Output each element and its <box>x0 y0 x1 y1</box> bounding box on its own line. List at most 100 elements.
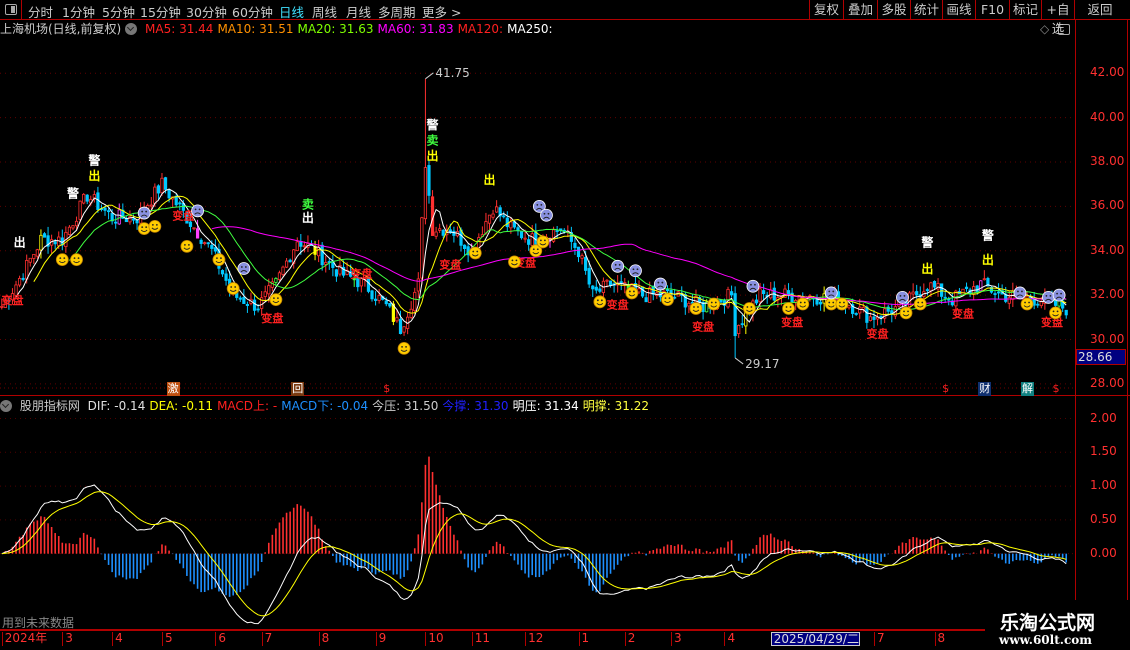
date-label: 11 <box>471 632 490 646</box>
candle-body <box>39 234 43 251</box>
candle-body <box>673 296 677 299</box>
dif-line <box>1 484 1067 625</box>
candle-body <box>580 255 584 259</box>
candle-body <box>220 270 225 275</box>
candle-body <box>598 288 602 292</box>
candle-body <box>940 283 944 297</box>
candle-body <box>92 194 96 199</box>
toolbar-button-6[interactable]: 标记 <box>1009 0 1041 20</box>
happy-face-icon <box>212 253 226 267</box>
candle-body <box>423 167 428 220</box>
candle-body <box>82 193 86 204</box>
period-tab-4[interactable]: 30分钟 <box>186 2 227 21</box>
watermark-title: 乐淘公式网 <box>1000 612 1096 634</box>
candle-body <box>373 298 378 301</box>
sad-face-icon <box>540 208 553 222</box>
happy-face-icon <box>593 295 607 309</box>
candle-body <box>106 210 111 213</box>
candle-body <box>555 230 559 232</box>
date-label: 8 <box>318 632 329 646</box>
chevron-down-icon[interactable] <box>0 400 12 412</box>
macd-value-2: MACD上: - <box>217 399 278 413</box>
price-chart[interactable]: 41.7529.17警警出出卖出警卖出出警出警出变盘变盘变盘变盘变盘 变盘变盘变盘… <box>0 0 1075 630</box>
happy-face-icon <box>180 239 194 253</box>
happy-face-icon <box>269 293 283 306</box>
signal-marker-5: 解 <box>1021 382 1035 396</box>
period-tab-3[interactable]: 15分钟 <box>140 2 181 21</box>
macd-header: 股朋指标网 DIF: -0.14 DEA: -0.11 MACD上: - MACD下:… <box>0 397 657 413</box>
happy-face-icon <box>625 286 639 300</box>
candle-body <box>370 290 374 300</box>
candle-body <box>238 297 242 300</box>
candle-body <box>178 202 182 205</box>
period-tab-0[interactable]: 分时 <box>28 2 53 21</box>
candle-body <box>754 299 759 304</box>
candle-body <box>487 214 492 224</box>
candle-body <box>1036 303 1040 306</box>
toolbar-button-8[interactable]: 返回 <box>1074 0 1125 20</box>
period-tab-2[interactable]: 5分钟 <box>102 2 135 21</box>
happy-face-icon <box>1049 306 1062 320</box>
signal-annotation: 变盘 <box>172 209 194 223</box>
happy-face-icon <box>689 302 703 315</box>
low-label-pointer <box>734 357 744 365</box>
toolbar-button-1[interactable]: 叠加 <box>843 0 877 20</box>
candle-body <box>495 206 499 213</box>
signal-annotation: 变盘 <box>692 320 714 334</box>
candle-body <box>174 195 178 206</box>
candle-body <box>302 245 306 248</box>
date-label: 8 <box>934 632 945 646</box>
date-label: 4 <box>724 632 735 646</box>
candle-body <box>263 291 267 297</box>
signal-marker-3: $ <box>942 382 950 395</box>
candle-body <box>252 299 257 311</box>
toolbar-button-3[interactable]: 统计 <box>910 0 942 20</box>
period-tab-9[interactable]: 多周期 <box>378 2 416 21</box>
date-label: 2024年 <box>1 632 47 646</box>
candle-body <box>149 204 153 207</box>
candle-body <box>438 228 442 231</box>
date-label: 3 <box>62 632 73 646</box>
period-tab-6[interactable]: 日线 <box>279 2 304 21</box>
period-tab-7[interactable]: 周线 <box>312 2 337 21</box>
candle-body <box>925 289 929 292</box>
macd-value-0: DIF: -0.14 <box>87 399 146 413</box>
toolbar-button-2[interactable]: 多股 <box>877 0 910 20</box>
toolbar-button-0[interactable]: 复权 <box>809 0 843 20</box>
period-tab-10[interactable]: 更多 > <box>422 2 461 21</box>
price-tick: 30.00 <box>1090 331 1125 346</box>
signal-annotation: 警 <box>87 152 100 167</box>
candle-body <box>762 290 766 295</box>
happy-face-icon <box>913 297 927 311</box>
candle-body <box>594 286 598 291</box>
period-tab-1[interactable]: 1分钟 <box>62 2 95 21</box>
signal-annotation: 出 <box>982 252 994 267</box>
candle-body <box>996 291 1001 294</box>
macd-value-7: 明撑: 31.22 <box>582 399 649 413</box>
signal-marker-6: $ <box>1052 382 1060 395</box>
macd-value-3: MACD下: -0.04 <box>281 399 369 413</box>
candle-body <box>324 262 328 265</box>
sad-face-icon <box>1042 290 1055 304</box>
happy-face-icon <box>226 282 240 295</box>
candle-body <box>96 192 100 211</box>
macd-tick: 0.50 <box>1090 511 1117 526</box>
signal-marker-0: 激 <box>166 382 180 396</box>
candle-body <box>758 288 762 303</box>
signal-annotation: 警 <box>920 234 933 249</box>
toolbar-button-7[interactable]: +自选 <box>1041 0 1074 36</box>
candle-body <box>25 260 29 280</box>
toolbar-button-4[interactable]: 画线 <box>942 0 975 20</box>
candle-body <box>124 218 128 223</box>
sad-face-icon <box>746 279 760 293</box>
period-tab-8[interactable]: 月线 <box>346 2 371 21</box>
date-label: 6 <box>215 632 226 646</box>
macd-tick: 1.50 <box>1090 444 1117 459</box>
price-tick: 34.00 <box>1090 242 1125 257</box>
candle-body <box>964 286 969 290</box>
candle-body <box>210 244 214 249</box>
candle-body <box>726 289 730 308</box>
toolbar-button-5[interactable]: F10 <box>975 0 1009 20</box>
candle-body <box>868 316 873 321</box>
period-tab-5[interactable]: 60分钟 <box>232 2 273 21</box>
